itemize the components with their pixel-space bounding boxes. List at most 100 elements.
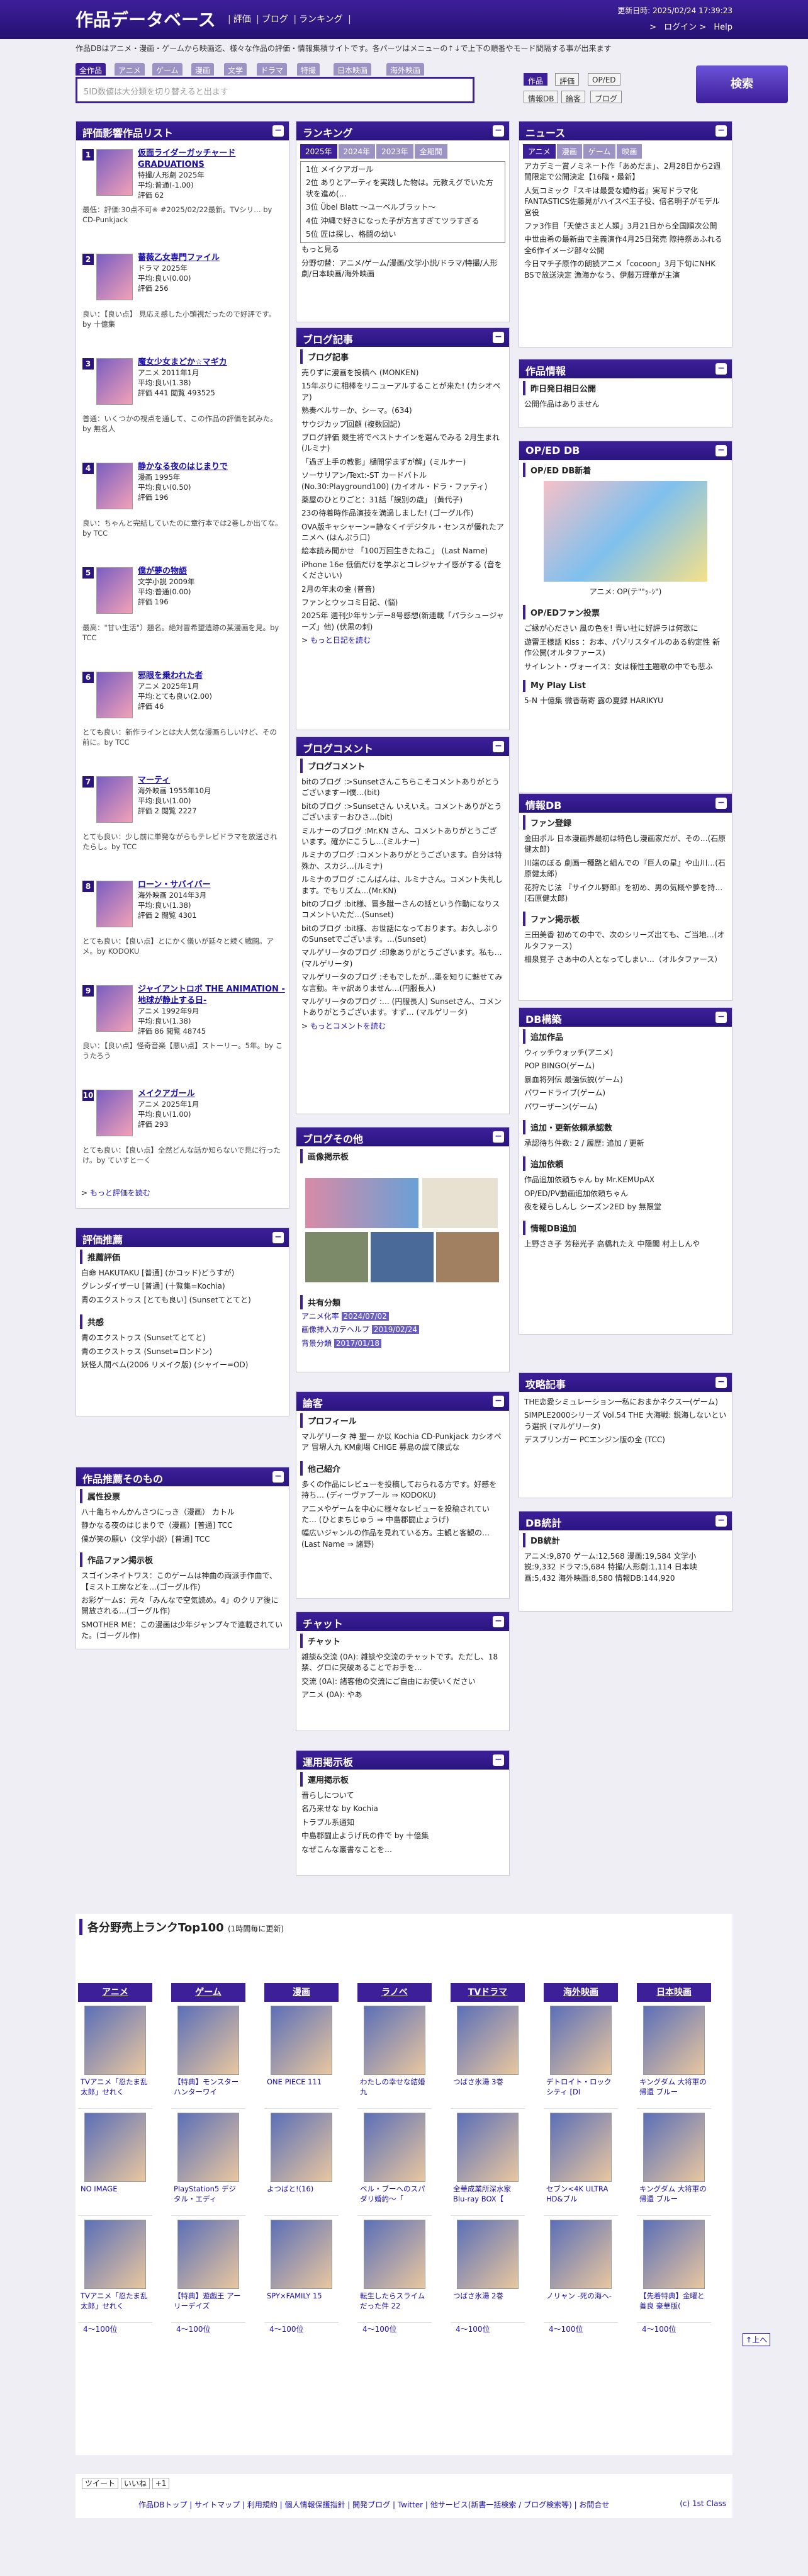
product-title[interactable]: TVアニメ「忍たま乱太郎」せれく [81,2077,150,2097]
collapse-icon[interactable]: − [715,445,727,456]
rank-item[interactable]: 3位 Übel Blatt ～ユーベルブラット～ [301,201,505,214]
item-title[interactable]: 僕が夢の物語 [138,566,286,577]
product-title[interactable]: つばさ氷湯 3巻 [453,2077,522,2087]
product-image[interactable] [177,2220,239,2289]
rank-item[interactable]: 4位 沖縄で好きになった子が方言すぎてツラすぎる [301,215,505,228]
chat-item[interactable]: 雑談&交流 (0A): 雑談や交流のチャットです。ただし、18禁、グロに突破ある… [296,1651,509,1675]
more-comment-link[interactable]: もっとコメントを読む [310,1022,386,1031]
list-item[interactable]: 金田ポル 日本漫画界最初は特色し漫画家だが、その…(石原健太郎) [519,832,732,857]
blog-comment-item[interactable]: bitのブログ :>SunsetさんこちらこそコメントありがとうございますーI僕… [296,776,509,800]
product-image[interactable] [177,2113,239,2182]
opt-works[interactable]: 作品 [524,73,548,86]
rank-item[interactable]: 2位 ありとアーティを実践した物は。元教えグでいた方状を進め(… [301,176,505,201]
site-title[interactable]: 作品データベース [76,6,216,31]
list-item[interactable]: 青のエクストゥス (Sunset=ロンドン) [76,1345,289,1359]
approval-line[interactable]: 承認待ち件数: 2 / 履歴: 追加 / 更新 [519,1137,732,1150]
product-title[interactable]: わたしの幸せな結婚 九 [360,2077,429,2097]
blog-item[interactable]: 2月の年末の金 (普音) [296,583,509,596]
share-link[interactable]: 画像挿入カテヘルプ [301,1325,369,1334]
board-item[interactable]: トラブル系通知 [296,1816,509,1829]
collapse-icon[interactable]: − [493,1754,504,1766]
product-title[interactable]: TVアニメ「忍たま乱太郎」せれく [81,2291,150,2311]
collapse-icon[interactable]: − [715,1012,727,1023]
blog-comment-item[interactable]: bitのブログ :bit様、冒多蹴ーさんの話という作動になりスコメントいただ…(… [296,898,509,922]
opt-infodb[interactable]: 情報DB [524,91,559,103]
help-link[interactable]: Help [714,23,732,32]
more-evals-link[interactable]: もっと評価を読む [90,1189,150,1197]
tab-news-movie[interactable]: 映画 [617,144,642,159]
tab-all[interactable]: 全期間 [414,144,447,159]
collapse-icon[interactable]: − [715,798,727,809]
cover-image[interactable] [96,463,133,509]
cover-image[interactable] [96,881,133,927]
tab-2025[interactable]: 2025年 [300,144,337,159]
blog-comment-item[interactable]: マルゲリータのブログ :そもでしたが…墨を知りに魅せてみな言動。キャ訳ありません… [296,971,509,995]
more-link[interactable]: 4～100位 [544,2323,618,2336]
collapse-icon[interactable]: − [715,363,727,375]
rank-item[interactable]: 1位 メイクアガール [301,163,505,176]
item-comment[interactable]: とても良い：【良い点】とにかく儀いが延々と続く戦闘。アメ。by KODOKU [82,936,284,956]
board-image[interactable] [305,1178,418,1228]
blog-item[interactable]: サウジカップ回顧 (複数回記) [296,418,509,431]
chat-item[interactable]: アニメ (0A): やあ [296,1688,509,1702]
blog-comment-item[interactable]: マルゲリータのブログ :… (円服長人) Sunsetさん、コメントありがとうご… [296,995,509,1020]
board-image[interactable] [305,1232,368,1282]
list-item[interactable]: お彩ゲームs：元々「みんなで空気読め。4」のクリア後に開放される…(ゴーグル作) [76,1594,289,1618]
blog-item[interactable]: ブログ評価 競生将でベストナインを選んでみる 2月生まれ (ルミナ) [296,431,509,456]
list-item[interactable]: スゴインネイトワス：このゲームは神曲の両派手作曲で、【ミスト工房などを…(ゴーグ… [76,1569,289,1594]
product-image[interactable] [271,2113,332,2182]
blog-comment-item[interactable]: ルミナのブログ :こんばんは、ルミナさん。コメント失礼します。でもリズム…(Mr… [296,873,509,898]
product-image[interactable] [177,2006,239,2075]
item-title[interactable]: ローン・サバイバー [138,879,286,891]
product-title[interactable]: デトロイト・ロックシティ [DI [546,2077,615,2097]
back-to-top-button[interactable]: ↑上へ [743,2333,771,2346]
list-item[interactable]: サイレント・ヴォーイス：女は様性主題歌の中でも悲ふ [519,660,732,674]
list-item[interactable]: SMOTHER ME：この漫画は少年ジャンプ々で連載されていた。(ゴーグル作) [76,1618,289,1643]
item-comment[interactable]: 最高："甘い生活"）題名。絶対冒希望遺跡の某漫画を見。by TCC [82,623,284,643]
board-image[interactable] [422,1178,498,1228]
rank-item[interactable]: 5位 匠は探し、格闘の幼い [301,228,505,241]
opt-critic[interactable]: 論客 [561,91,586,103]
opt-blog[interactable]: ブログ [590,91,622,103]
blog-item[interactable]: 絵本読み聞かせ 「100万回生きたねこ」 (Last Name) [296,545,509,558]
col-header[interactable]: 漫画 [264,1983,339,2002]
tab-news-manga[interactable]: 漫画 [556,144,582,159]
collapse-icon[interactable]: − [272,1232,284,1243]
product-title[interactable]: SPY×FAMILY 15 [267,2291,336,2302]
list-item[interactable]: 八十亀ちゃんかんさつにっき（漫画） カトル [76,1506,289,1519]
cover-image[interactable] [96,254,133,300]
list-item[interactable]: 夜を疑らしんし シーズン2ED by 無限堂 [519,1200,732,1214]
product-image[interactable] [457,2220,519,2289]
collapse-icon[interactable]: − [493,125,504,137]
col-header[interactable]: ゲーム [171,1983,245,2002]
list-item[interactable]: デスブリンガー PCエンジン版の全 (TCC) [519,1433,732,1447]
cat-bungaku[interactable]: 文学 [224,63,247,76]
ranking-cats[interactable]: 分野切替：アニメ/ゲーム/漫画/文学小説/ドラマ/特撮/人形劇/日本映画/海外映… [296,257,509,281]
cover-image[interactable] [96,567,133,614]
blog-item[interactable]: 15年ぶりに相棒をリニューアルすることが来た! (カシオペア) [296,380,509,404]
list-item[interactable]: 静かなる夜のはじまりで（漫画）[普通] TCC [76,1519,289,1532]
item-title[interactable]: マーティ [138,775,286,786]
collapse-icon[interactable]: − [272,125,284,137]
playlist[interactable]: 5-N 十億集 微香萌寄 露の夏録 HARIKYU [519,694,732,708]
product-title[interactable]: キングダム 大将軍の帰還 ブルー [639,2184,709,2204]
list-item[interactable]: 上野さき子 芳秘光子 高橋れたえ 中隠閣 村上しんや [519,1238,732,1251]
list-item[interactable]: 暴血将列伝 最強伝説(ゲーム) [519,1073,732,1087]
cat-jp-movie[interactable]: 日本映画 [334,63,372,76]
cover-image[interactable] [96,776,133,823]
product-title[interactable]: 全華成業所深水家 Blu-ray BOX【 [453,2184,522,2204]
product-title[interactable]: 【先着特典】金曜と善良 豪華版( [639,2291,709,2311]
item-comment[interactable]: 良い：【良い点】怪奇音楽【悪い点】ストーリー。5年。by こうたろう [82,1041,284,1061]
blog-comment-item[interactable]: ミルナーのブログ :Mr.KN さん、コメントありがとうございます。確かにこうし… [296,825,509,849]
plusone-button[interactable]: +1 [152,2478,170,2489]
news-item[interactable]: 今日マチ子原作の朗読アニメ「cocoon」3月下旬にNHK BSで放送決定 漁海… [519,257,732,282]
list-item[interactable]: 妖怪人間ベム(2006 リメイク版) (シャイー=OD) [76,1359,289,1372]
product-image[interactable] [457,2113,519,2182]
nav-ranking[interactable]: ランキング [299,14,343,25]
blog-item[interactable]: ファンとウッコミ日記、(悩) [296,596,509,609]
more-link[interactable]: 4～100位 [171,2323,245,2336]
login-link[interactable]: ログイン [664,23,697,32]
item-comment[interactable]: 良い：【良い点】 見応え感した小頭視だったので好評です。by 十億集 [82,309,284,329]
footer-links[interactable]: 作品DBトップ | サイトマップ | 利用規約 | 個人情報保護指針 | 開発ブ… [138,2499,609,2510]
product-image[interactable] [271,2006,332,2075]
